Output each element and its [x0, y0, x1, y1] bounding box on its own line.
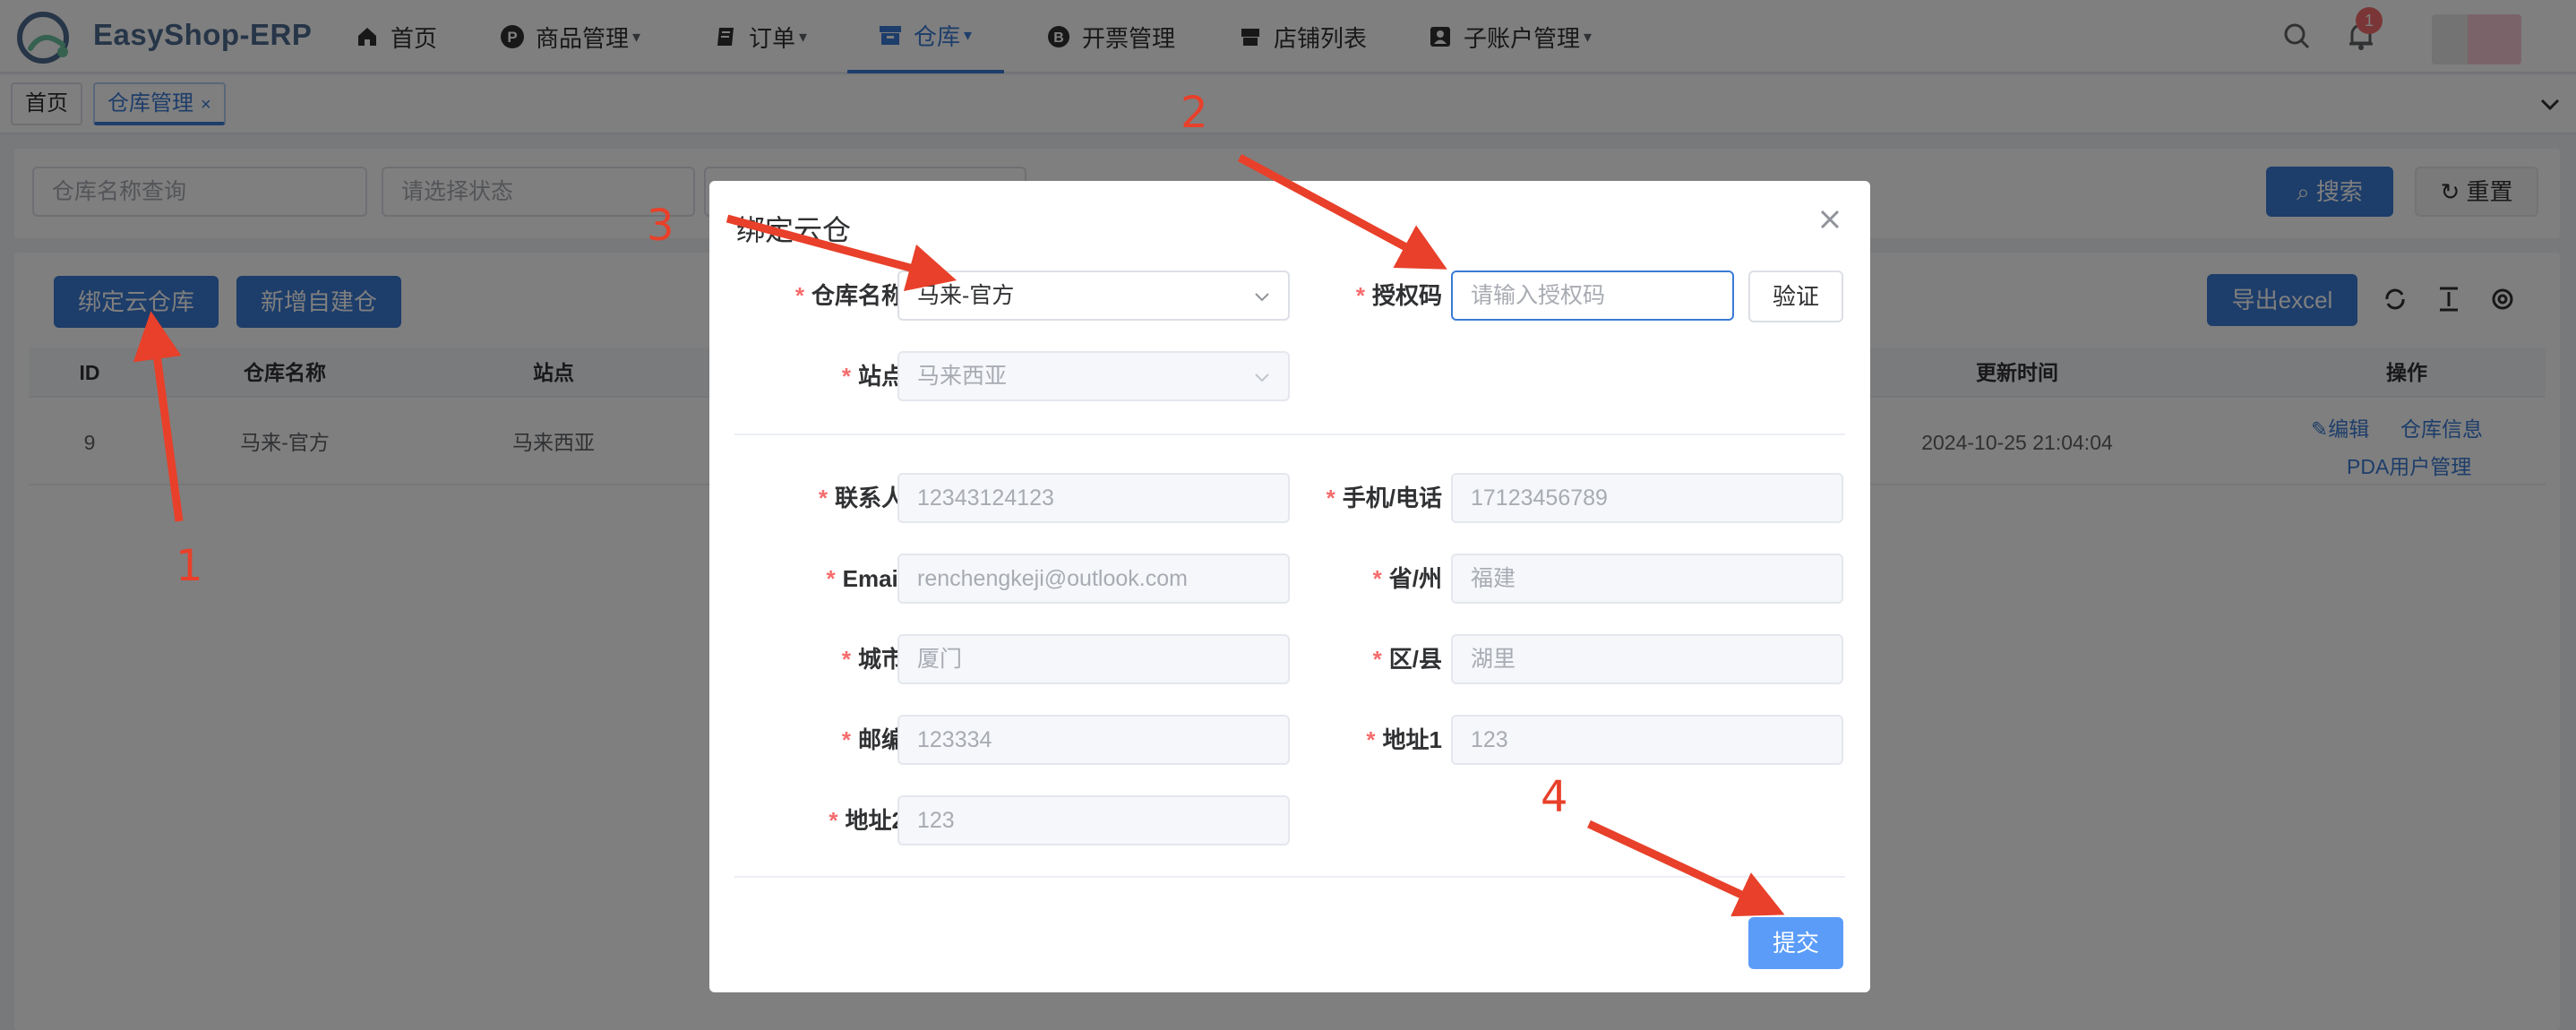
site-select: 马来西亚 [897, 351, 1290, 401]
required-mark: * [1366, 726, 1376, 753]
city-field: 厦门 [897, 634, 1290, 684]
required-mark: * [1326, 485, 1335, 511]
phone-label-text: 手机/电话 [1342, 485, 1442, 511]
required-mark: * [794, 282, 804, 309]
address1-label-text: 地址1 [1382, 726, 1442, 753]
email-field: renchengkeji@outlook.com [897, 554, 1290, 604]
annotation-step-2: 2 [1181, 88, 1208, 138]
email-label: * Email [745, 554, 906, 604]
dialog-footer-divider [734, 876, 1845, 878]
annotation-step-1: 1 [176, 541, 203, 591]
required-mark: * [829, 807, 838, 834]
submit-button[interactable]: 提交 [1748, 917, 1843, 969]
district-field: 湖里 [1451, 634, 1843, 684]
dialog-title: 绑定云仓 [736, 214, 852, 246]
site-select-value: 马来西亚 [917, 364, 1008, 389]
annotation-step-4: 4 [1541, 772, 1568, 822]
required-mark: * [841, 646, 851, 673]
required-mark: * [818, 485, 828, 511]
zip-label: * 邮编 [745, 715, 905, 765]
district-label-text: 区/县 [1388, 646, 1442, 673]
contact-label: * 联系人 [745, 473, 905, 523]
required-mark: * [841, 726, 851, 753]
auth-code-placeholder: 请输入授权码 [1471, 283, 1606, 308]
address2-label-text: 地址2 [845, 807, 905, 834]
phone-field: 17123456789 [1451, 473, 1843, 523]
province-label: * 省/州 [1301, 554, 1442, 604]
auth-code-label-text: 授权码 [1371, 282, 1442, 309]
zip-field: 123334 [897, 715, 1290, 765]
address2-field: 123 [897, 795, 1290, 845]
site-label: * 站点 [745, 351, 905, 401]
auth-code-label: * 授权码 [1318, 270, 1442, 321]
address1-label: * 地址1 [1301, 715, 1442, 765]
annotation-step-3: 3 [647, 201, 674, 251]
close-icon[interactable] [1816, 206, 1843, 233]
warehouse-name-select[interactable]: 马来-官方 [897, 270, 1290, 321]
warehouse-name-select-value: 马来-官方 [917, 283, 1015, 308]
required-mark: * [1372, 646, 1382, 673]
address2-label: * 地址2 [745, 795, 905, 845]
contact-field: 12343124123 [897, 473, 1290, 523]
warehouse-name-label-text: 仓库名称 [811, 282, 905, 309]
phone-label: * 手机/电话 [1301, 473, 1442, 523]
required-mark: * [1355, 282, 1365, 309]
required-mark: * [1372, 565, 1382, 592]
chevron-down-icon [1255, 373, 1269, 382]
chevron-down-icon [1255, 293, 1269, 302]
contact-label-text: 联系人 [834, 485, 905, 511]
address1-field: 123 [1451, 715, 1843, 765]
province-field: 福建 [1451, 554, 1843, 604]
city-label: * 城市 [745, 634, 905, 684]
province-label-text: 省/州 [1388, 565, 1442, 592]
bind-cloud-warehouse-dialog: 绑定云仓 * 仓库名称 马来-官方 * 授权码 请输入授权码 验证 * 站点 马来西亚… [709, 181, 1870, 992]
verify-button[interactable]: 验证 [1748, 270, 1843, 322]
auth-code-input[interactable]: 请输入授权码 [1451, 270, 1734, 321]
warehouse-name-label: * 仓库名称 [745, 270, 905, 321]
email-label-text: Email [842, 565, 905, 592]
dialog-divider [734, 433, 1845, 435]
district-label: * 区/县 [1301, 634, 1442, 684]
required-mark: * [826, 565, 836, 592]
required-mark: * [841, 363, 851, 390]
